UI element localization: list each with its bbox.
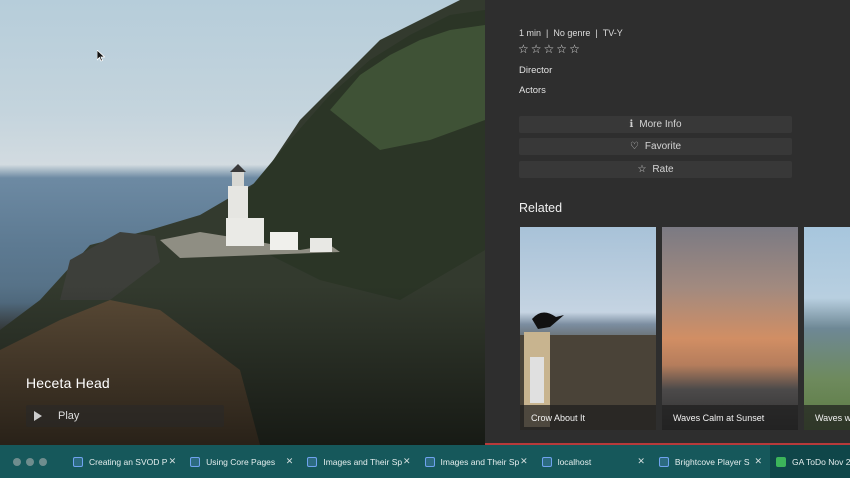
minimize-window-button[interactable] xyxy=(26,457,34,466)
star-icon[interactable]: ☆ xyxy=(544,43,555,55)
rate-label: Rate xyxy=(652,164,674,175)
browser-tab[interactable]: Images and Their Sp ✕ xyxy=(301,445,418,478)
star-icon[interactable]: ☆ xyxy=(556,43,567,55)
browser-tab[interactable]: Using Core Pages ✕ xyxy=(184,445,301,478)
tab-title: Brightcove Player S xyxy=(674,456,750,467)
tab-title: localhost xyxy=(557,456,592,467)
rate-button[interactable]: ☆ Rate xyxy=(519,161,792,178)
heart-icon: ♡ xyxy=(629,141,639,152)
star-icon: ☆ xyxy=(637,164,647,175)
browser-tab[interactable]: Creating an SVOD P ✕ xyxy=(67,445,184,478)
play-icon xyxy=(34,411,42,421)
browser-tab-bar: Creating an SVOD P ✕ Using Core Pages ✕ … xyxy=(0,445,850,478)
card-title: Crow About It xyxy=(520,405,656,430)
tab-title: Using Core Pages xyxy=(206,456,276,467)
play-button[interactable]: Play xyxy=(26,405,224,427)
star-icon[interactable]: ☆ xyxy=(531,43,542,55)
related-card[interactable]: Waves w xyxy=(804,227,850,430)
player-page: Heceta Head Play 1 min | No genre | TV-Y ☆ ☆… xyxy=(0,0,850,445)
window-controls xyxy=(13,457,47,466)
close-tab-icon[interactable]: ✕ xyxy=(169,456,177,467)
close-window-button[interactable] xyxy=(13,457,21,466)
card-title: Waves Calm at Sunset xyxy=(662,405,798,430)
doc-icon xyxy=(424,456,435,467)
mouse-cursor-icon xyxy=(97,50,105,62)
video-meta: 1 min | No genre | TV-Y xyxy=(519,28,623,38)
favorite-label: Favorite xyxy=(644,141,682,152)
related-card[interactable]: Waves Calm at Sunset xyxy=(662,227,798,430)
close-tab-icon[interactable]: ✕ xyxy=(286,456,294,467)
doc-icon xyxy=(541,456,552,467)
actors-label: Actors xyxy=(519,85,546,96)
genre: No genre xyxy=(553,28,591,38)
duration: 1 min xyxy=(519,28,542,38)
tab-title: GA ToDo Nov 2 xyxy=(792,456,850,467)
star-rating[interactable]: ☆ ☆ ☆ ☆ ☆ xyxy=(518,43,580,55)
play-label: Play xyxy=(58,410,80,422)
doc-icon xyxy=(658,456,669,467)
star-icon[interactable]: ☆ xyxy=(518,43,529,55)
content-rating: TV-Y xyxy=(602,28,623,38)
tab-title: Images and Their Sp xyxy=(440,456,520,467)
zoom-window-button[interactable] xyxy=(39,457,47,466)
close-tab-icon[interactable]: ✕ xyxy=(403,456,411,467)
tab-title: Creating an SVOD P xyxy=(89,456,168,467)
browser-tab[interactable]: Brightcove Player S ✕ xyxy=(653,445,770,478)
doc-icon xyxy=(190,456,201,467)
video-title: Heceta Head xyxy=(26,375,110,391)
related-card[interactable]: Crow About It xyxy=(520,227,656,430)
card-title: Waves w xyxy=(804,405,850,430)
doc-icon xyxy=(73,456,83,467)
more-info-label: More Info xyxy=(639,119,682,130)
favorite-button[interactable]: ♡ Favorite xyxy=(519,138,792,155)
close-tab-icon[interactable]: ✕ xyxy=(520,456,528,467)
related-heading: Related xyxy=(519,201,563,215)
details-panel: 1 min | No genre | TV-Y ☆ ☆ ☆ ☆ ☆ Director A… xyxy=(485,0,850,445)
crow-thumbnail xyxy=(520,312,656,430)
browser-tab[interactable]: GA ToDo Nov 2 xyxy=(770,445,850,478)
more-info-button[interactable]: ℹ More Info xyxy=(519,116,792,133)
tab-title: Images and Their Sp xyxy=(323,456,403,467)
browser-tab[interactable]: Images and Their Sp ✕ xyxy=(419,445,536,478)
browser-tab[interactable]: localhost ✕ xyxy=(536,445,653,478)
related-carousel: Crow About It Waves Calm at Sunset Waves… xyxy=(520,227,850,430)
close-tab-icon[interactable]: ✕ xyxy=(754,456,762,467)
doc-icon xyxy=(307,456,318,467)
info-icon: ℹ xyxy=(629,119,634,130)
close-tab-icon[interactable]: ✕ xyxy=(637,456,645,467)
star-icon[interactable]: ☆ xyxy=(569,43,580,55)
director-label: Director xyxy=(519,65,553,76)
sheet-icon xyxy=(776,456,787,467)
